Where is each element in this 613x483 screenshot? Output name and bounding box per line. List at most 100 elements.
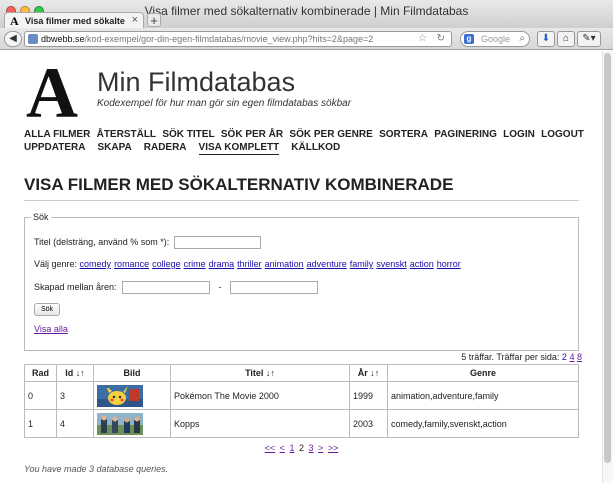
search-bar[interactable]: g Google ⌕ <box>460 31 530 47</box>
menu-item-visa-komplett[interactable]: VISA KOMPLETT <box>198 141 280 155</box>
menu-item-uppdatera[interactable]: UPPDATERA <box>24 141 85 155</box>
genre-link-drama[interactable]: drama <box>209 259 235 269</box>
menu-item-skapa[interactable]: SKAPA <box>97 141 131 155</box>
browser-tab[interactable]: A Visa filmer med sökalternativ k... × <box>4 12 144 29</box>
pagination: << < 1 2 3 > >> <box>24 443 579 453</box>
genre-link-thriller[interactable]: thriller <box>237 259 262 269</box>
title-search-row: Titel (delsträng, använd % som *): <box>34 236 261 249</box>
pikachu-thumbnail[interactable] <box>97 384 143 407</box>
hits-text: 5 träffar. Träffar per sida: <box>461 352 560 362</box>
hits-option-2[interactable]: 2 <box>562 352 567 362</box>
cell-rad: 1 <box>24 409 57 438</box>
url-text: dbwebb.se/kod-exempel/gor-din-egen-filmd… <box>41 34 373 44</box>
pager-page-3[interactable]: 3 <box>309 443 314 453</box>
pager-next[interactable]: > <box>318 443 323 453</box>
back-button[interactable]: ◀ <box>4 31 22 47</box>
genre-link-family[interactable]: family <box>350 259 374 269</box>
column-header-rad: Rad <box>24 364 57 382</box>
hits-option-8[interactable]: 8 <box>577 352 582 362</box>
tools-menu-icon[interactable]: ✎▾ <box>577 31 601 47</box>
cell-ar: 2003 <box>349 409 388 438</box>
genre-link-animation[interactable]: animation <box>265 259 304 269</box>
menu-item-paginering[interactable]: PAGINERING <box>434 128 497 141</box>
column-header-ar[interactable]: År ↓↑ <box>349 364 388 382</box>
genre-link-horror[interactable]: horror <box>437 259 461 269</box>
cell-genre: comedy,family,svenskt,action <box>387 409 579 438</box>
year-row: Skapad mellan åren: - <box>34 281 319 294</box>
browser-toolbar: ◀ dbwebb.se/kod-exempel/gor-din-egen-fil… <box>0 28 613 50</box>
hits-option-4[interactable]: 4 <box>569 352 574 362</box>
cell-bild <box>93 381 171 410</box>
year-dash: - <box>218 281 222 292</box>
site-title: Min Filmdatabas <box>97 67 296 97</box>
url-path: /kod-exempel/gor-din-egen-filmdatabas/mo… <box>84 34 374 44</box>
menu-item-aterstall[interactable]: ÅTERSTÄLL <box>97 128 156 141</box>
download-icon[interactable]: ⬇ <box>537 31 555 47</box>
cell-ar: 1999 <box>349 381 388 410</box>
pager-page-2: 2 <box>298 443 304 453</box>
site-logo-icon[interactable]: A <box>26 61 78 121</box>
menu-item-sortera[interactable]: SORTERA <box>379 128 428 141</box>
genre-link-action[interactable]: action <box>410 259 434 269</box>
hits-per-page: 5 träffar. Träffar per sida: 2 4 8 <box>461 352 582 362</box>
pager-last[interactable]: >> <box>328 443 339 453</box>
site-favicon-icon <box>28 34 38 44</box>
cell-titel: Pokémon The Movie 2000 <box>170 381 350 410</box>
google-icon[interactable]: g <box>464 34 474 44</box>
search-fieldset: Sök Titel (delsträng, använd % som *): V… <box>24 212 579 351</box>
genre-link-college[interactable]: college <box>152 259 181 269</box>
cell-genre: animation,adventure,family <box>387 381 579 410</box>
menu-item-login[interactable]: LOGIN <box>503 128 535 141</box>
year-to-input[interactable] <box>230 281 319 294</box>
year-from-input[interactable] <box>122 281 211 294</box>
menu-item-sok-titel[interactable]: SÖK TITEL <box>162 128 214 141</box>
search-placeholder: Google <box>481 34 511 44</box>
table-row: 0 3 Pokémon The Movie 2000 1999 animatio… <box>24 381 579 410</box>
column-header-titel[interactable]: Titel ↓↑ <box>170 364 350 382</box>
page-title: VISA FILMER MED SÖKALTERNATIV KOMBINERAD… <box>24 175 579 201</box>
bookmark-star-icon[interactable]: ☆ <box>418 33 427 44</box>
menu-item-sok-per-genre[interactable]: SÖK PER GENRE <box>289 128 372 141</box>
pager-page-1[interactable]: 1 <box>289 443 294 453</box>
genre-row: Välj genre: comedy romance college crime dra… <box>34 259 464 269</box>
site-slogan: Kodexempel för hur man gör sin egen film… <box>97 98 352 109</box>
query-count-note: You have made 3 database queries. <box>24 464 169 474</box>
url-bar[interactable]: dbwebb.se/kod-exempel/gor-din-egen-filmd… <box>24 31 452 47</box>
menu-item-logout[interactable]: LOGOUT <box>541 128 584 141</box>
title-input[interactable] <box>173 236 261 249</box>
new-tab-button[interactable]: + <box>147 13 161 27</box>
cell-bild <box>93 409 171 438</box>
title-label: Titel (delsträng, använd % som *): <box>34 236 170 247</box>
reload-icon[interactable]: ↻ <box>437 33 445 44</box>
kopps-thumbnail[interactable] <box>97 412 143 435</box>
pager-first[interactable]: << <box>265 443 276 453</box>
genre-link-svenskt[interactable]: svenskt <box>376 259 407 269</box>
genre-label: Välj genre: <box>34 259 78 269</box>
tab-favicon-icon: A <box>10 14 19 28</box>
search-icon[interactable]: ⌕ <box>519 33 525 44</box>
genre-link-adventure[interactable]: adventure <box>307 259 347 269</box>
tab-close-icon[interactable]: × <box>132 14 138 26</box>
genre-link-crime[interactable]: crime <box>184 259 206 269</box>
menu-row-2: UPPDATERA SKAPA RADERA VISA KOMPLETT KÄL… <box>24 141 584 155</box>
cell-rad: 0 <box>24 381 57 410</box>
cell-id: 3 <box>56 381 94 410</box>
menu-item-sok-per-ar[interactable]: SÖK PER ÅR <box>221 128 283 141</box>
genre-link-romance[interactable]: romance <box>114 259 149 269</box>
table-header-row: Rad Id ↓↑ Bild Titel ↓↑ År ↓↑ Genre <box>24 364 579 382</box>
home-icon[interactable]: ⌂ <box>557 31 575 47</box>
year-label: Skapad mellan åren: <box>34 281 117 292</box>
scrollbar-thumb[interactable] <box>604 53 611 463</box>
column-header-bild: Bild <box>93 364 171 382</box>
genre-link-comedy[interactable]: comedy <box>80 259 112 269</box>
menu-item-kallkod[interactable]: KÄLLKOD <box>291 141 340 155</box>
menu-item-alla-filmer[interactable]: ALLA FILMER <box>24 128 90 141</box>
show-all-link[interactable]: Visa alla <box>34 324 68 334</box>
url-host: dbwebb.se <box>41 34 85 44</box>
main-menu: ALLA FILMER ÅTERSTÄLL SÖK TITEL SÖK PER … <box>24 128 584 155</box>
column-header-id[interactable]: Id ↓↑ <box>56 364 94 382</box>
search-submit-button[interactable]: Sök <box>34 303 61 316</box>
menu-item-radera[interactable]: RADERA <box>144 141 187 155</box>
pager-prev[interactable]: < <box>280 443 285 453</box>
window-titlebar: Visa filmer med sökalternativ kombinerad… <box>0 0 613 29</box>
